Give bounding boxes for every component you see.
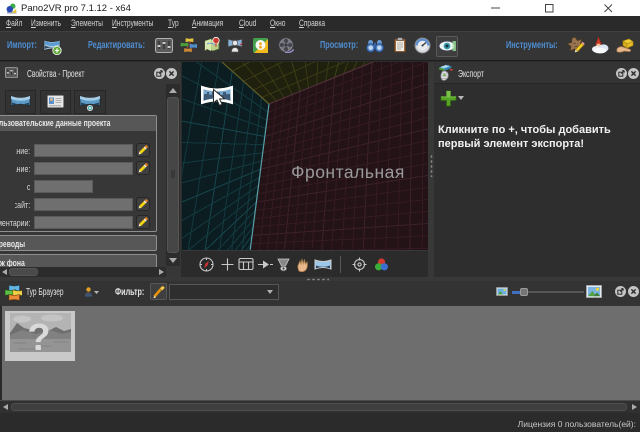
svg-text:Фронтальная: Фронтальная (291, 162, 405, 182)
svg-text:?: ? (27, 317, 50, 352)
